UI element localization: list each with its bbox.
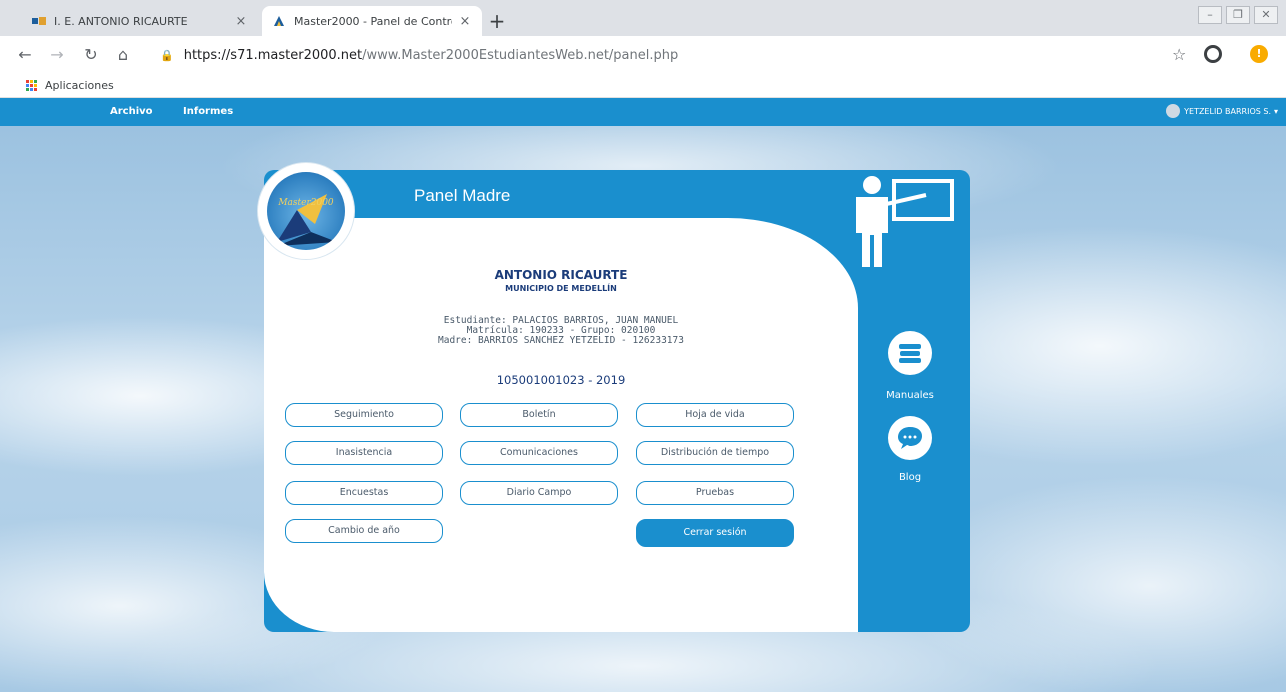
minimize-icon[interactable]: –: [1198, 6, 1222, 24]
encuestas-button[interactable]: Encuestas: [285, 481, 443, 505]
menu-archivo[interactable]: Archivo: [110, 106, 153, 117]
logo-emblem: Master2000: [267, 172, 345, 250]
update-alert-icon[interactable]: !: [1250, 45, 1268, 63]
url-host: https://s71.master2000.net: [183, 47, 363, 63]
address-bar[interactable]: 🔒 https://s71.master2000.net/www.Master2…: [148, 40, 1158, 70]
new-tab-button[interactable]: +: [484, 10, 510, 32]
close-window-icon[interactable]: ✕: [1254, 6, 1278, 24]
school-code-year: 105001001023 - 2019: [496, 373, 626, 387]
master2000-logo: Master2000: [258, 163, 354, 259]
browser-toolbar: ← → ↻ ⌂ 🔒 https://s71.master2000.net/www…: [0, 36, 1286, 74]
cambio-de-anio-button[interactable]: Cambio de año: [285, 519, 443, 543]
app-navbar: Archivo Informes YETZELID BARRIOS S. ▾: [0, 98, 1286, 126]
distribucion-tiempo-button[interactable]: Distribución de tiempo: [636, 441, 794, 465]
master2000-favicon-icon: [274, 16, 284, 26]
user-menu[interactable]: YETZELID BARRIOS S. ▾: [1166, 104, 1278, 118]
cerrar-sesion-button[interactable]: Cerrar sesión: [636, 519, 794, 547]
apps-grid-icon[interactable]: [26, 80, 37, 91]
diario-campo-button[interactable]: Diario Campo: [460, 481, 618, 505]
restore-icon[interactable]: ❐: [1226, 6, 1250, 24]
bookmarks-bar: Aplicaciones: [0, 74, 1286, 98]
blog-label[interactable]: Blog: [874, 472, 946, 483]
books-icon: [899, 344, 921, 363]
chat-bubble-icon: [898, 427, 922, 449]
user-name: YETZELID BARRIOS S.: [1184, 106, 1271, 116]
menu-informes[interactable]: Informes: [183, 106, 233, 117]
lock-icon: 🔒: [160, 48, 174, 62]
bookmark-aplicaciones[interactable]: Aplicaciones: [45, 79, 114, 92]
school-name: ANTONIO RICAURTE: [494, 268, 628, 282]
tab-title: Master2000 - Panel de Control: [294, 14, 452, 28]
inasistencia-button[interactable]: Inasistencia: [285, 441, 443, 465]
avatar: [1166, 104, 1181, 118]
seguimiento-button[interactable]: Seguimiento: [285, 403, 443, 427]
tab-close-icon[interactable]: ×: [458, 14, 472, 29]
pruebas-button[interactable]: Pruebas: [636, 481, 794, 505]
profile-icon[interactable]: [1204, 45, 1222, 63]
browser-tab-school[interactable]: I. E. ANTONIO RICAURTE ×: [22, 6, 258, 36]
logo-text: Master2000: [278, 198, 334, 208]
tab-close-icon[interactable]: ×: [234, 14, 248, 29]
comunicaciones-button[interactable]: Comunicaciones: [460, 441, 618, 465]
boletin-button[interactable]: Boletín: [460, 403, 618, 427]
window-controls: – ❐ ✕: [1198, 6, 1278, 24]
school-municipality: MUNICIPIO DE MEDELLÍN: [505, 284, 617, 293]
reload-icon[interactable]: ↻: [80, 44, 102, 66]
back-arrow-icon[interactable]: ←: [14, 44, 36, 66]
tab-title: I. E. ANTONIO RICAURTE: [54, 14, 188, 28]
browser-tab-panel[interactable]: Master2000 - Panel de Control ×: [262, 6, 482, 36]
forward-arrow-icon[interactable]: →: [46, 44, 68, 66]
url-path: /www.Master2000EstudiantesWeb.net/panel.…: [362, 47, 679, 63]
panel-title: Panel Madre: [414, 186, 511, 205]
teacher-board-icon: [856, 176, 954, 267]
chevron-down-icon: ▾: [1273, 106, 1278, 116]
browser-tab-strip: I. E. ANTONIO RICAURTE × Master2000 - Pa…: [0, 0, 1286, 36]
hoja-de-vida-button[interactable]: Hoja de vida: [636, 403, 794, 427]
school-favicon-icon: [32, 17, 46, 25]
manuales-label[interactable]: Manuales: [874, 390, 946, 401]
bookmark-star-icon[interactable]: ☆: [1172, 44, 1186, 66]
home-icon[interactable]: ⌂: [112, 44, 134, 66]
blog-link[interactable]: [888, 416, 932, 460]
manuales-link[interactable]: [888, 331, 932, 375]
school-header: ANTONIO RICAURTE MUNICIPIO DE MEDELLÍN: [264, 268, 858, 293]
logo-graphic-icon: [277, 194, 337, 246]
mother-line: Madre: BARRIOS SANCHEZ YETZELID - 126233…: [438, 335, 684, 346]
student-info: Estudiante: PALACIOS BARRIOS, JUAN MANUE…: [264, 316, 858, 346]
